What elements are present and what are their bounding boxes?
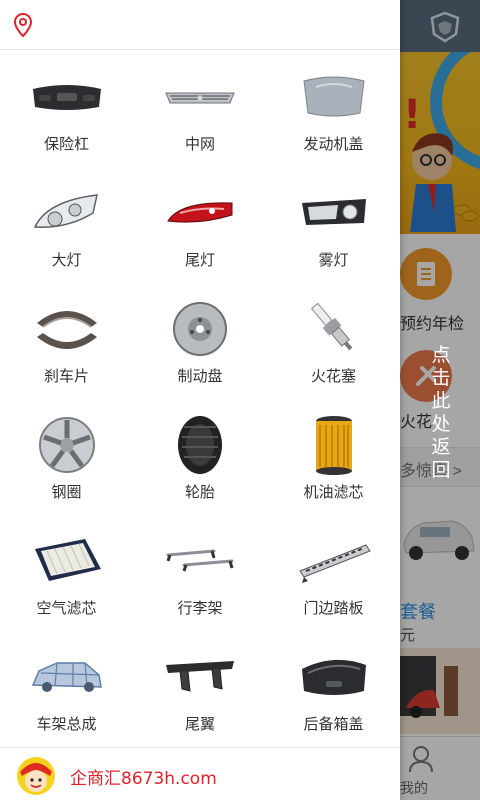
part-item-tire[interactable]: 轮胎: [133, 399, 267, 515]
part-label: 发动机盖: [303, 135, 364, 153]
part-item-grille[interactable]: 中网: [133, 51, 267, 167]
part-label: 尾翼: [184, 715, 215, 733]
brand-text[interactable]: 企商汇8673h.com: [70, 764, 217, 789]
part-item-headlight[interactable]: 大灯: [0, 167, 133, 283]
trunk-lid-icon: [301, 659, 366, 695]
tire-icon: [178, 416, 222, 474]
part-label: 大灯: [51, 251, 82, 269]
tap-to-return-hint[interactable]: 点击此处返回: [430, 344, 452, 482]
part-label: 保险杠: [43, 135, 89, 153]
spark-plug-icon: [310, 302, 352, 351]
car-frame-icon: [31, 662, 102, 692]
part-item-spark-plug[interactable]: 火花塞: [267, 283, 400, 399]
part-item-roof-rack[interactable]: 行李架: [133, 515, 267, 631]
part-item-trunk-lid[interactable]: 后备箱盖: [267, 631, 400, 747]
part-label: 轮胎: [184, 483, 215, 501]
part-label: 中网: [184, 135, 215, 153]
part-item-brake-shoe[interactable]: 刹车片: [0, 283, 133, 399]
part-item-hood[interactable]: 发动机盖: [267, 51, 400, 167]
foglight-icon: [301, 199, 366, 225]
wheel-rim-icon: [38, 417, 95, 473]
brake-shoe-icon: [36, 311, 97, 349]
part-label: 车架总成: [36, 715, 97, 733]
part-item-brake-disc[interactable]: 制动盘: [133, 283, 267, 399]
part-label: 机油滤芯: [303, 483, 364, 501]
part-item-foglight[interactable]: 雾灯: [267, 167, 400, 283]
part-item-bumper[interactable]: 保险杠: [0, 51, 133, 167]
part-label: 行李架: [177, 599, 223, 617]
part-item-side-step[interactable]: 门边踏板: [267, 515, 400, 631]
hood-icon: [302, 76, 365, 117]
bumper-icon: [32, 85, 101, 110]
part-item-taillight[interactable]: 尾灯: [133, 167, 267, 283]
headlight-icon: [33, 194, 98, 228]
part-label: 火花塞: [310, 367, 356, 385]
grille-icon: [165, 92, 235, 104]
spoiler-icon: [166, 661, 234, 692]
part-label: 制动盘: [177, 367, 223, 385]
part-label: 门边踏板: [303, 599, 364, 617]
part-label: 刹车片: [43, 367, 89, 385]
parts-grid: 保险杠 中网 发动机盖 大灯 尾灯 雾灯 刹车片 制动盘 火花塞 钢圈 轮胎 机…: [0, 51, 400, 747]
part-label: 后备箱盖: [303, 715, 364, 733]
location-pin-icon[interactable]: [12, 12, 34, 38]
part-label: 雾灯: [318, 251, 349, 269]
taillight-icon: [167, 202, 233, 223]
part-label: 钢圈: [51, 483, 82, 501]
oil-filter-icon: [315, 416, 352, 475]
part-item-oil-filter[interactable]: 机油滤芯: [267, 399, 400, 515]
mascot-avatar-icon[interactable]: [16, 756, 56, 796]
side-step-icon: [298, 544, 371, 583]
part-item-car-frame[interactable]: 车架总成: [0, 631, 133, 747]
part-item-spoiler[interactable]: 尾翼: [133, 631, 267, 747]
part-item-wheel-rim[interactable]: 钢圈: [0, 399, 133, 515]
roof-rack-icon: [166, 549, 234, 572]
part-item-air-filter[interactable]: 空气滤芯: [0, 515, 133, 631]
drawer-header: [0, 0, 400, 50]
brake-disc-icon: [173, 302, 227, 356]
air-filter-icon: [34, 539, 101, 581]
parts-drawer: 保险杠 中网 发动机盖 大灯 尾灯 雾灯 刹车片 制动盘 火花塞 钢圈 轮胎 机…: [0, 0, 400, 800]
drawer-footer: 企商汇8673h.com: [0, 747, 400, 800]
part-label: 空气滤芯: [36, 599, 97, 617]
part-label: 尾灯: [184, 251, 215, 269]
